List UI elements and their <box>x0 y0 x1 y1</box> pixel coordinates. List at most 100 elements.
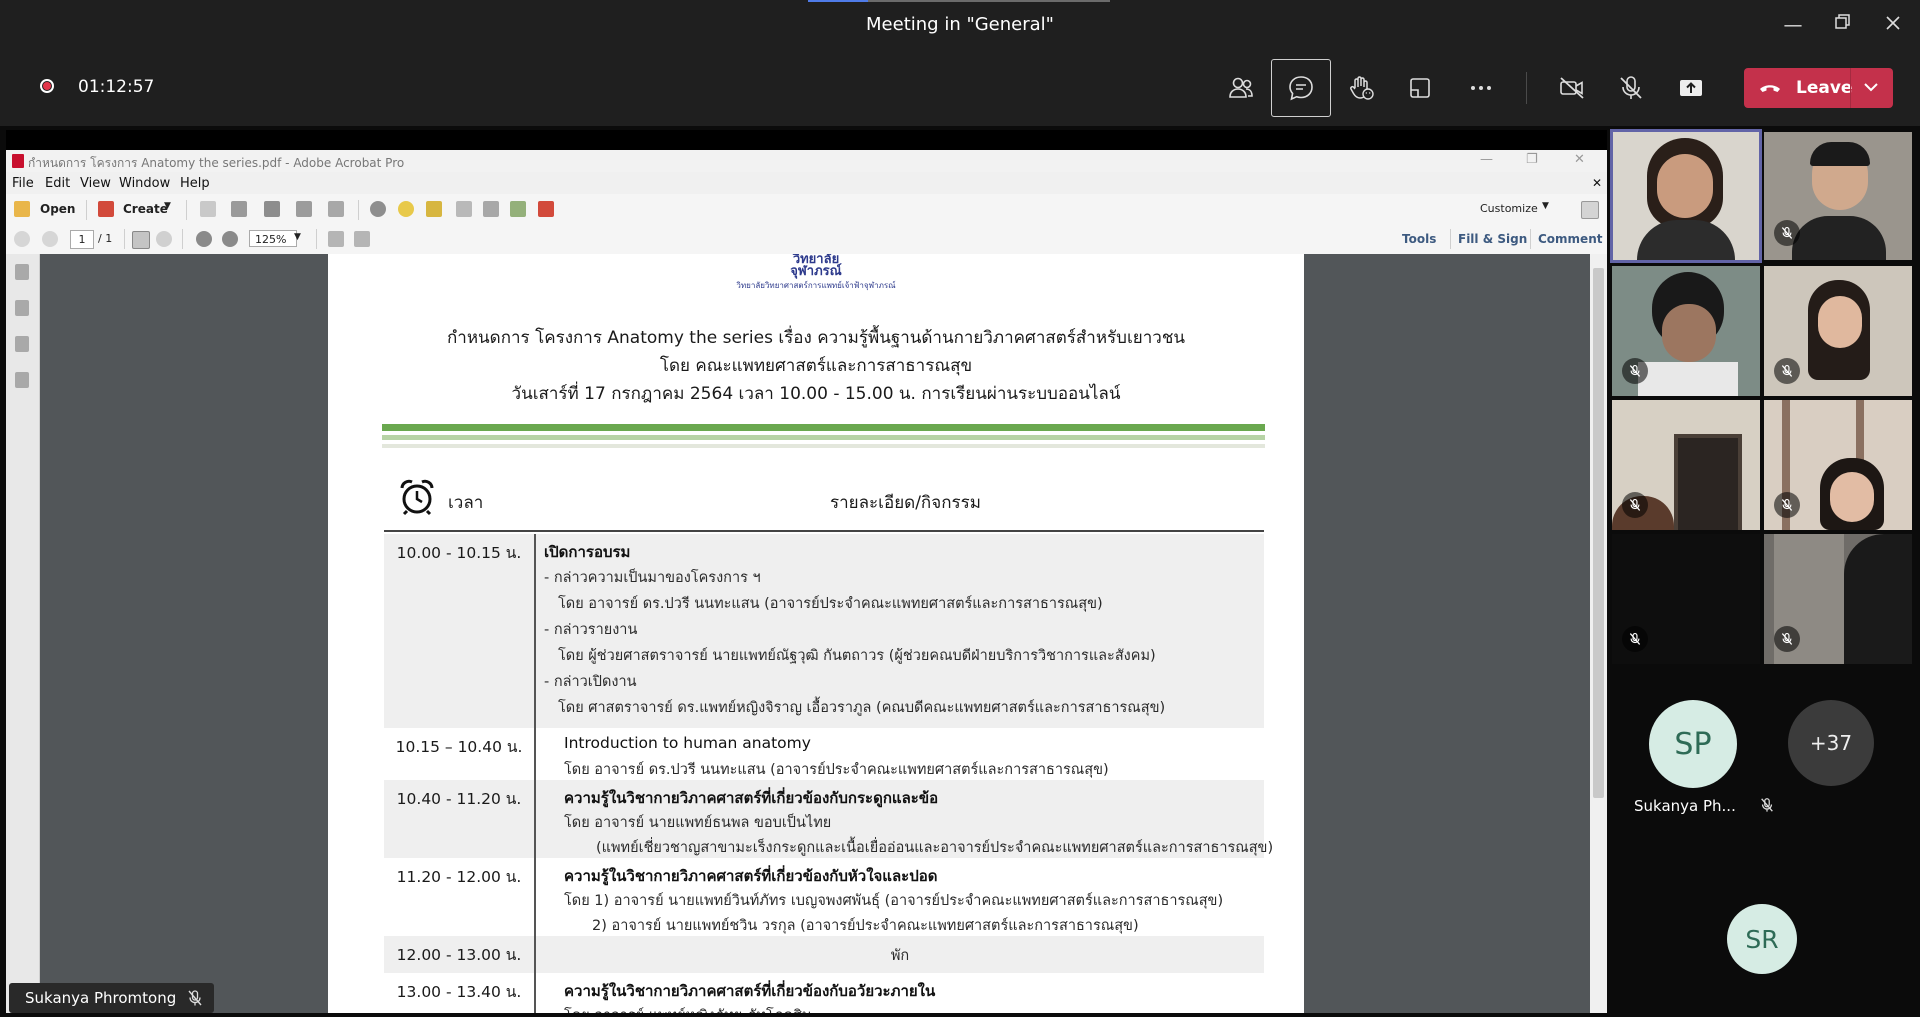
video-body <box>1792 216 1886 260</box>
page-number-input[interactable]: 1 <box>70 230 94 249</box>
close-icon[interactable] <box>1880 12 1906 38</box>
next-page-icon[interactable] <box>42 231 58 247</box>
minimize-icon[interactable]: — <box>1780 12 1806 38</box>
scrollbar-thumb[interactable] <box>1593 268 1604 798</box>
expand-icon[interactable] <box>1581 201 1599 219</box>
chevron-down-icon[interactable] <box>1860 76 1882 98</box>
video-frame-object <box>1674 434 1742 530</box>
attach-icon[interactable] <box>483 201 499 217</box>
row-time: 13.00 - 13.40 น. <box>396 983 522 1001</box>
acrobat-restore-icon[interactable]: ❐ <box>1526 152 1538 167</box>
participant-video[interactable] <box>1764 400 1912 530</box>
comment-bubble-icon[interactable] <box>398 201 414 217</box>
row-line: โดย ผู้ช่วยศาสตราจารย์ นายแพทย์ณัฐวุฒิ ก… <box>558 648 1156 664</box>
settings-gear-icon[interactable] <box>370 201 386 217</box>
open-button[interactable]: Open <box>40 202 75 216</box>
bookmarks-icon[interactable] <box>15 300 29 316</box>
avatar[interactable]: SR <box>1727 904 1797 974</box>
video-face <box>1662 304 1716 362</box>
share-screen-button[interactable] <box>1664 64 1718 112</box>
zoom-in-icon[interactable] <box>222 231 238 247</box>
participant-video[interactable] <box>1764 132 1912 260</box>
mic-off-icon <box>188 990 202 1006</box>
create-button[interactable]: Create <box>123 202 168 216</box>
document-scrollbar[interactable] <box>1590 254 1607 1013</box>
hand-tool-icon[interactable] <box>156 231 172 247</box>
save-icon[interactable] <box>200 201 216 217</box>
participants-button[interactable] <box>1214 64 1268 112</box>
menu-view[interactable]: View <box>80 176 111 191</box>
zoom-input[interactable]: 125% <box>249 230 297 247</box>
attachments-icon[interactable] <box>15 336 29 352</box>
avatar-initials: SP <box>1674 726 1712 762</box>
row-line: โดย 1) อาจารย์ นายแพทย์วินท์ภัทร เบญจพงศ… <box>564 893 1224 909</box>
muted-indicator <box>1774 358 1800 384</box>
presenter-name: Sukanya Phromtong <box>25 989 177 1007</box>
fit-page-icon[interactable] <box>354 231 370 247</box>
shared-screen: กำหนดการ โครงการ Anatomy the series.pdf … <box>6 130 1607 1013</box>
row-line: (แพทย์เชี่ยวชาญสาขามะเร็งกระดูกและเนื้อเ… <box>596 840 1274 856</box>
video-body <box>1637 220 1735 260</box>
create-dropdown-icon[interactable]: ▼ <box>164 201 171 211</box>
fit-width-icon[interactable] <box>328 231 344 247</box>
table-row: 12.00 - 13.00 น. พัก <box>384 936 1264 973</box>
more-actions-button[interactable] <box>1454 64 1508 112</box>
signatures-icon[interactable] <box>15 372 29 388</box>
page-thumbnails-icon[interactable] <box>15 264 29 280</box>
doc-close-icon[interactable]: ✕ <box>1592 176 1602 190</box>
restore-icon[interactable] <box>1830 12 1856 38</box>
zoom-out-icon[interactable] <box>196 231 212 247</box>
camera-toggle-button[interactable] <box>1545 64 1599 112</box>
avatar[interactable]: SP <box>1649 700 1737 788</box>
more-participants-badge[interactable]: +37 <box>1788 700 1874 786</box>
pdf-tools-icon[interactable] <box>538 201 554 217</box>
chat-button[interactable] <box>1271 59 1331 117</box>
customize-dropdown-icon[interactable]: ▼ <box>1542 201 1549 211</box>
row-time: 10.00 - 10.15 น. <box>396 544 522 562</box>
edit-document-icon[interactable] <box>296 201 312 217</box>
fill-sign-pane-button[interactable]: Fill & Sign <box>1458 232 1527 246</box>
mic-off-icon <box>1629 364 1641 377</box>
row-line: - กล่าวเปิดงาน <box>544 674 637 690</box>
mic-toggle-button[interactable] <box>1604 64 1658 112</box>
participant-video[interactable] <box>1612 266 1760 396</box>
leave-label: Leave <box>1796 78 1853 98</box>
participant-video[interactable] <box>1612 534 1760 664</box>
reactions-button[interactable] <box>1334 64 1388 112</box>
menu-help[interactable]: Help <box>180 176 210 191</box>
acrobat-close-icon[interactable]: ✕ <box>1574 152 1585 167</box>
participant-video[interactable] <box>1612 400 1760 530</box>
print-icon[interactable] <box>264 201 280 217</box>
select-tool-icon[interactable] <box>132 231 150 249</box>
menu-window[interactable]: Window <box>119 176 170 191</box>
acrobat-minimize-icon[interactable]: — <box>1480 152 1493 167</box>
email-icon[interactable] <box>328 201 344 217</box>
participant-video[interactable] <box>1764 266 1912 396</box>
comment-pane-button[interactable]: Comment <box>1538 232 1602 246</box>
decorative-bar-light <box>382 435 1265 440</box>
meeting-timer: 01:12:57 <box>78 77 155 97</box>
row-line: 2) อาจารย์ นายแพทย์ชวิน วรกุล (อาจารย์ปร… <box>592 918 1139 934</box>
toolbar-divider <box>124 229 125 249</box>
stamp-icon[interactable] <box>456 201 472 217</box>
video-face <box>1657 154 1713 218</box>
share-icon <box>1680 80 1702 96</box>
highlight-icon[interactable] <box>426 201 442 217</box>
row-detail: ความรู้ในวิชากายวิภาคศาสตร์ที่เกี่ยวข้อง… <box>534 780 1273 858</box>
export-icon[interactable] <box>510 201 526 217</box>
participant-video[interactable] <box>1764 534 1912 664</box>
rooms-button[interactable] <box>1393 64 1447 112</box>
row-line: Introduction to human anatomy <box>564 734 811 752</box>
cloud-upload-icon[interactable] <box>231 201 247 217</box>
zoom-dropdown-icon[interactable]: ▼ <box>294 232 301 242</box>
leave-button[interactable]: Leave <box>1744 68 1893 108</box>
participant-video[interactable] <box>1610 129 1762 263</box>
row-line: โดย อาจารย์ ดร.ปวรี นนทะแสน (อาจารย์ประจ… <box>558 596 1103 612</box>
row-time: 12.00 - 13.00 น. <box>396 946 522 964</box>
menu-edit[interactable]: Edit <box>45 176 70 191</box>
more-participants-count: +37 <box>1809 731 1853 755</box>
prev-page-icon[interactable] <box>14 231 30 247</box>
customize-button[interactable]: Customize <box>1480 202 1538 215</box>
menu-file[interactable]: File <box>12 176 34 191</box>
tools-pane-button[interactable]: Tools <box>1402 232 1436 246</box>
